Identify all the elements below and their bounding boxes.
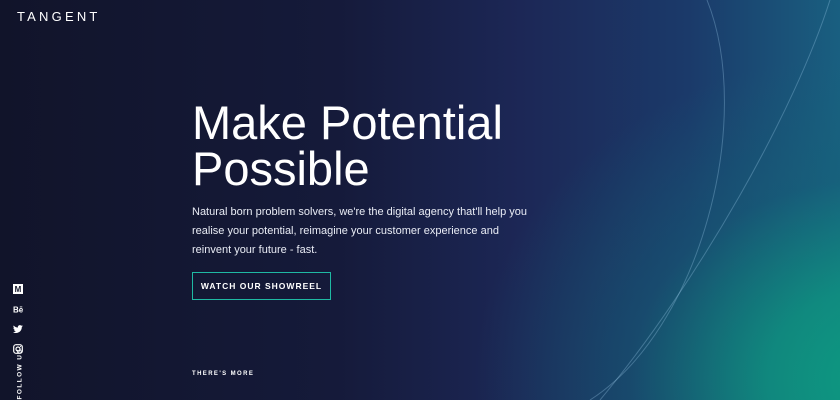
behance-icon: Bē [13, 306, 23, 315]
decorative-curves [589, 0, 831, 400]
follow-us-text: FOLLOW US [16, 347, 24, 400]
twitter-icon [13, 325, 23, 333]
tangent-logo[interactable]: TANGENT [17, 9, 101, 24]
svg-text:Bē: Bē [13, 306, 23, 315]
svg-text:M: M [15, 285, 22, 294]
theres-more-link[interactable]: THERE'S MORE [192, 371, 254, 377]
hero-title: Make Potential Possible [192, 96, 612, 195]
follow-us-label: FOLLOW US [10, 347, 26, 400]
medium-icon: M [13, 284, 23, 294]
hero-title-line-2: Possible [192, 142, 370, 195]
behance-link[interactable]: Bē [13, 304, 24, 315]
watch-showreel-button[interactable]: WATCH OUR SHOWREEL [192, 272, 331, 300]
twitter-link[interactable] [13, 324, 24, 335]
hero-title-line-1: Make Potential [192, 96, 503, 149]
medium-link[interactable]: M [13, 284, 24, 295]
hero-description: Natural born problem solvers, we're the … [192, 206, 527, 256]
